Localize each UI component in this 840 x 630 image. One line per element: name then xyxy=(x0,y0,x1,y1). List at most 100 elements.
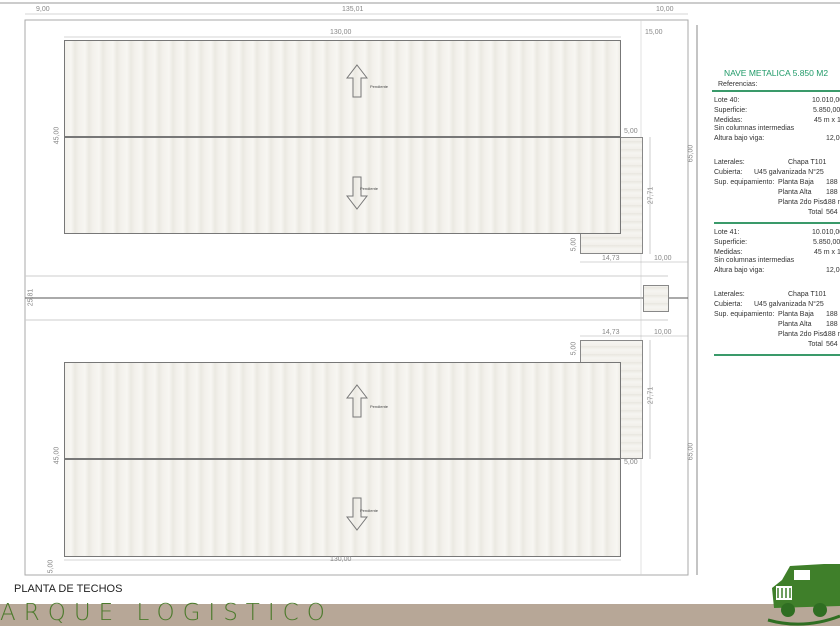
dim-annex-bottom: 5,00 xyxy=(570,237,578,252)
dim-annex-width: 14,73 xyxy=(602,329,620,336)
info-row: Lote 41: 10.010,00 xyxy=(714,229,840,239)
dim-right-setback: 15,00 xyxy=(645,29,663,36)
lot-pb-label: Planta Baja xyxy=(778,179,814,186)
roof-lote-41-north xyxy=(64,362,621,459)
slope-down-arrow-icon xyxy=(346,497,368,531)
info-row xyxy=(714,145,840,159)
lot-cubierta-value: U45 galvanizada N°25 xyxy=(754,169,824,176)
info-row: Laterales: Chapa T101 xyxy=(714,291,840,301)
info-row: Altura bajo viga: 12,00 xyxy=(714,135,840,145)
info-row: Sup. equipamiento:Planta Baja 188 m xyxy=(714,311,840,321)
info-row: Total564 m xyxy=(714,341,840,351)
info-row: Total564 m xyxy=(714,209,840,219)
references-panel: NAVE METALICA 5.850 M2 Referencias: Lote… xyxy=(712,60,840,359)
dim-annex-offset: 5,00 xyxy=(624,459,638,466)
lot-altura-value: 12,00 xyxy=(826,135,840,142)
dim-annex-height: 27,71 xyxy=(647,186,655,205)
dim-roof-length: 130,00 xyxy=(330,29,352,36)
info-row: Altura bajo viga: 12,00 xyxy=(714,267,840,277)
info-row: Planta 2do Piso188 m xyxy=(714,199,840,209)
dim-lot-depth: 65,00 xyxy=(687,442,695,461)
info-row: Sin columnas intermedias xyxy=(714,257,840,267)
lot-cubierta-value: U45 galvanizada N°25 xyxy=(754,301,824,308)
info-row: Lote 40: 10.010,00 xyxy=(714,97,840,107)
panel-title: NAVE METALICA 5.850 M2 xyxy=(723,68,829,78)
slope-up-arrow-icon xyxy=(346,64,368,98)
slope-label: Pendiente xyxy=(370,84,389,89)
dim-building-width: 45,00 xyxy=(53,446,61,465)
lot-sin-columnas: Sin columnas intermedias xyxy=(714,125,795,132)
divider xyxy=(714,354,840,356)
lot-total-value: 564 m xyxy=(826,209,840,216)
drawing-title: PLANTA DE TECHOS xyxy=(14,583,123,595)
lot-block: Lote 41:10.010,00 Superficie:5.850,00 m … xyxy=(712,227,840,356)
lot-pb-label: Planta Baja xyxy=(778,311,814,318)
lot-pb-value: 188 m xyxy=(826,311,840,318)
lot-p2-value: 188 m xyxy=(824,199,840,206)
lot-sup-value: 5.850,00 m xyxy=(813,107,840,114)
lot-p2-value: 188 m xyxy=(824,331,840,338)
info-row: Sup. equipamiento:Planta Baja 188 m xyxy=(714,179,840,189)
lot-med-value: 45 m x 130 xyxy=(814,249,840,256)
lot-laterales-value: Chapa T101 xyxy=(788,291,827,298)
lot-pa-label: Planta Alta xyxy=(778,189,812,196)
info-row: Planta 2do Piso188 m xyxy=(714,331,840,341)
lot-lote-label: Lote 40: xyxy=(714,97,740,104)
dim-roof-length: 130,00 xyxy=(330,556,352,563)
divider xyxy=(712,90,840,92)
info-row: Superficie: 5.850,00 m xyxy=(714,107,840,117)
dim-top-total: 135,01 xyxy=(342,6,364,13)
roof-lote-40-north xyxy=(64,40,621,137)
lot-sup-label: Superficie: xyxy=(714,239,748,246)
dim-building-width: 45,00 xyxy=(53,126,61,145)
lot-sup-value: 5.850,00 m xyxy=(813,239,840,246)
lot-altura-label: Altura bajo viga: xyxy=(714,135,765,142)
lot-p2-label: Planta 2do Piso xyxy=(778,331,828,338)
dim-annex-height: 27,71 xyxy=(647,386,655,405)
info-row: Sin columnas intermedias xyxy=(714,125,840,135)
roof-lote-40-south xyxy=(64,137,621,234)
lot-lote-label: Lote 41: xyxy=(714,229,740,236)
lot-sup-eq-label: Sup. equipamiento: xyxy=(714,311,775,318)
guard-house xyxy=(643,285,669,312)
dim-bottom: 5,00 xyxy=(47,559,55,574)
lot-altura-label: Altura bajo viga: xyxy=(714,267,765,274)
info-row: Planta Alta 188 m xyxy=(714,189,840,199)
lot-pa-label: Planta Alta xyxy=(778,321,812,328)
lot-cubierta-label: Cubierta: xyxy=(714,169,743,176)
lot-med-value: 45 m x 130 xyxy=(814,117,840,124)
slope-label: Pendiente xyxy=(360,508,379,513)
lot-total-label: Total xyxy=(808,341,823,348)
info-row: Laterales: Chapa T101 xyxy=(714,159,840,169)
dim-top-left: 9,00 xyxy=(36,6,50,13)
lot-pa-value: 188 m xyxy=(826,189,840,196)
slope-down-arrow-icon xyxy=(346,176,368,210)
info-row xyxy=(714,277,840,291)
lot-sup-eq-label: Sup. equipamiento: xyxy=(714,179,775,186)
roof-lote-41-south xyxy=(64,459,621,557)
brand-name: ARQUE LOGISTICO xyxy=(0,600,333,626)
lot-lote-value: 10.010,00 xyxy=(812,97,840,104)
dim-annex-bottom: 5,00 xyxy=(570,341,578,356)
lot-med-label: Medidas: xyxy=(714,117,743,124)
lot-sup-label: Superficie: xyxy=(714,107,748,114)
slope-label: Pendiente xyxy=(370,404,389,409)
lot-laterales-label: Laterales: xyxy=(714,159,745,166)
slope-up-arrow-icon xyxy=(346,384,368,418)
dim-street: 25,81 xyxy=(27,288,35,307)
dim-top-right: 10,00 xyxy=(656,6,674,13)
info-row: Cubierta: U45 galvanizada N°25 xyxy=(714,169,840,179)
lot-cubierta-label: Cubierta: xyxy=(714,301,743,308)
lot-pb-value: 188 m xyxy=(826,179,840,186)
truck-logo-icon xyxy=(767,564,840,626)
info-row: Planta Alta 188 m xyxy=(714,321,840,331)
info-row: Cubierta: U45 galvanizada N°25 xyxy=(714,301,840,311)
lot-total-label: Total xyxy=(808,209,823,216)
dim-annex-side: 10,00 xyxy=(654,329,672,336)
lot-laterales-value: Chapa T101 xyxy=(788,159,827,166)
dim-lot-depth: 65,00 xyxy=(687,144,695,163)
lot-sin-columnas: Sin columnas intermedias xyxy=(714,257,795,264)
slope-label: Pendiente xyxy=(360,186,379,191)
dim-annex-width: 14,73 xyxy=(602,255,620,262)
lot-pa-value: 188 m xyxy=(826,321,840,328)
